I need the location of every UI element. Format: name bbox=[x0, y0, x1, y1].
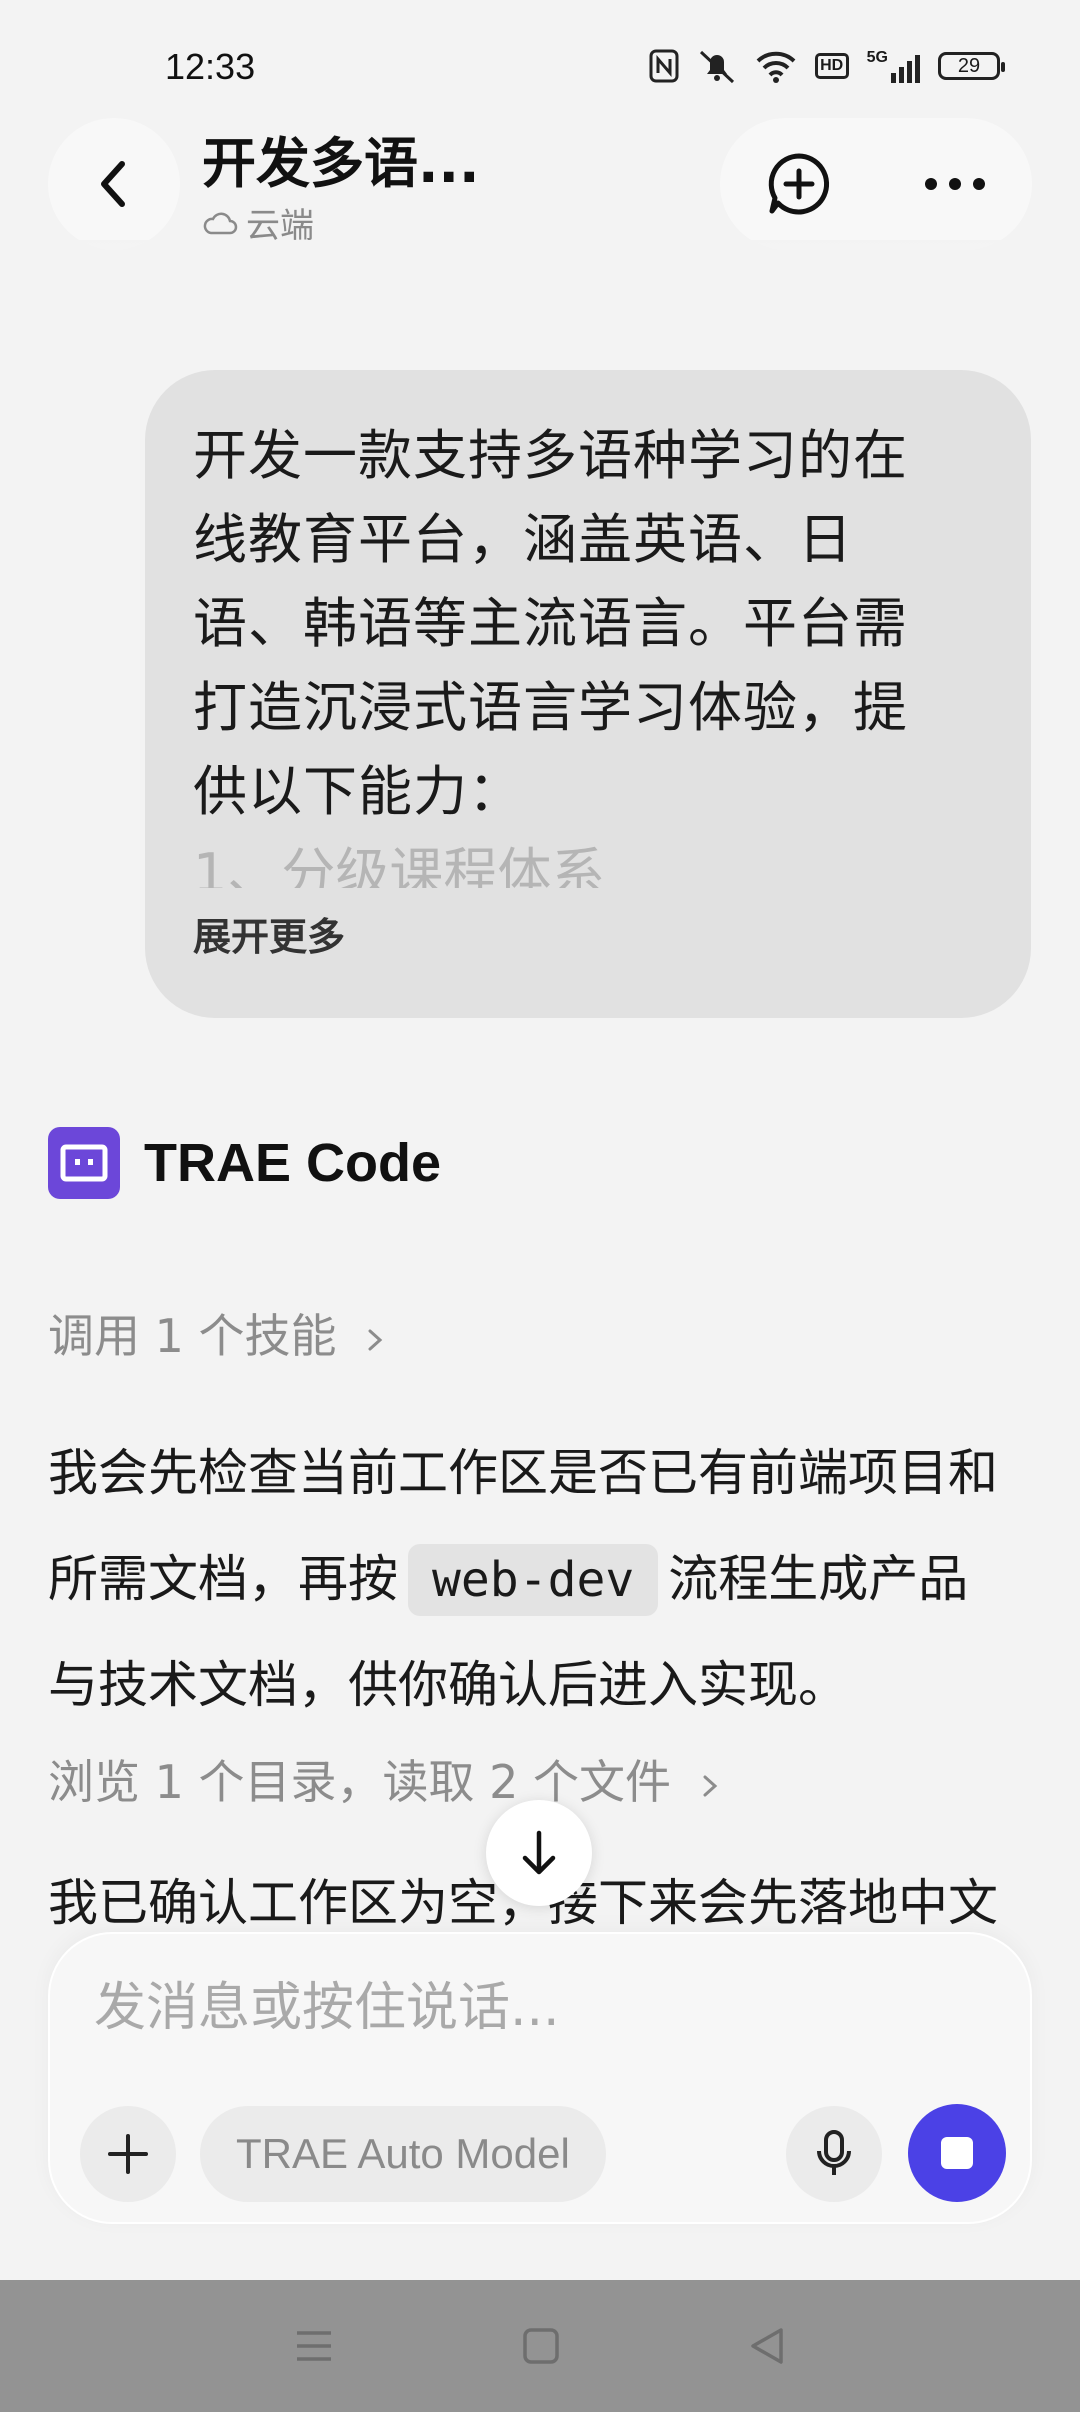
expand-more-button[interactable]: 展开更多 bbox=[193, 906, 983, 961]
model-selector[interactable]: TRAE Auto Model bbox=[200, 2106, 606, 2202]
add-attachment-button[interactable] bbox=[80, 2106, 176, 2202]
battery-icon: 29 bbox=[938, 52, 1005, 80]
user-message-text: 开发一款支持多语种学习的在 线教育平台，涵盖英语、日 语、韩语等主流语言。平台需… bbox=[193, 414, 983, 834]
user-message-bubble: 开发一款支持多语种学习的在 线教育平台，涵盖英语、日 语、韩语等主流语言。平台需… bbox=[145, 370, 1031, 1018]
skill-summary[interactable]: 调用 1 个技能 bbox=[48, 1300, 385, 1366]
user-message-line: 打造沉浸式语言学习体验，提 bbox=[193, 676, 908, 739]
trae-logo-icon bbox=[48, 1127, 120, 1199]
user-message-faded-line: 1、分级课程体系 bbox=[193, 842, 606, 888]
stop-generation-button[interactable] bbox=[908, 2104, 1006, 2202]
user-message-line: 供以下能力： bbox=[193, 760, 523, 823]
microphone-icon bbox=[817, 2130, 851, 2175]
status-time: 12:33 bbox=[165, 46, 256, 87]
plus-icon bbox=[108, 2134, 148, 2174]
home-icon[interactable] bbox=[522, 2327, 560, 2365]
bot-reply-line: 与技术文档，供你确认后进入实现。 bbox=[48, 1656, 848, 1714]
screen: 12:33 HD 5G 29 开发多语... 云端 开发一款支持多语种学习的在 … bbox=[0, 0, 1080, 2412]
chevron-left-icon bbox=[101, 161, 125, 207]
status-icons: HD 5G 29 bbox=[649, 48, 1005, 84]
bot-name: TRAE Code bbox=[144, 1133, 441, 1193]
chevron-right-icon bbox=[368, 1329, 383, 1350]
nfc-icon bbox=[649, 49, 679, 83]
arrow-down-icon bbox=[522, 1830, 556, 1875]
stop-icon bbox=[941, 2137, 973, 2169]
browse-summary-text: 浏览 1 个目录，读取 2 个文件 bbox=[48, 1755, 672, 1809]
back-triangle-icon[interactable] bbox=[748, 2326, 786, 2366]
bot-reply-line: 我会先检查当前工作区是否已有前端项目和 bbox=[48, 1444, 998, 1502]
header-actions bbox=[720, 118, 1032, 250]
new-chat-icon[interactable] bbox=[766, 151, 832, 217]
bot-reply-line: 所需文档，再按 web-dev 流程生成产品 bbox=[48, 1526, 1038, 1632]
chevron-right-icon bbox=[703, 1775, 717, 1796]
status-bar: 12:33 HD 5G 29 bbox=[0, 0, 1080, 130]
message-input[interactable] bbox=[92, 1972, 976, 2044]
hd-icon: HD bbox=[814, 53, 849, 79]
inline-code: web-dev bbox=[408, 1544, 659, 1616]
scroll-to-bottom-button[interactable] bbox=[486, 1800, 592, 1906]
menu-icon[interactable] bbox=[294, 2329, 334, 2363]
user-message-line: 开发一款支持多语种学习的在 bbox=[193, 424, 908, 487]
user-message-line: 线教育平台，涵盖英语、日 bbox=[193, 508, 853, 571]
bot-reply-segment: 流程生成产品 bbox=[668, 1550, 969, 1608]
signal-icon: 5G bbox=[867, 49, 920, 83]
battery-level: 29 bbox=[957, 54, 981, 77]
mute-bell-icon bbox=[699, 50, 734, 84]
cloud-icon bbox=[203, 212, 238, 234]
bot-reply-segment: 所需文档，再按 bbox=[48, 1550, 398, 1608]
bot-reply: 我会先检查当前工作区是否已有前端项目和 所需文档，再按 web-dev 流程生成产品… bbox=[48, 1420, 1038, 1738]
skill-summary-text: 调用 1 个技能 bbox=[48, 1309, 337, 1363]
browse-summary[interactable]: 浏览 1 个目录，读取 2 个文件 bbox=[48, 1746, 720, 1812]
page-title: 开发多语... bbox=[202, 132, 480, 195]
user-message-line: 语、韩语等主流语言。平台需 bbox=[193, 592, 908, 655]
header-fade bbox=[0, 240, 1080, 280]
more-icon[interactable] bbox=[923, 176, 987, 192]
bot-header: TRAE Code bbox=[48, 1127, 441, 1199]
voice-input-button[interactable] bbox=[786, 2106, 882, 2202]
system-nav-bar bbox=[0, 2280, 1080, 2412]
network-type-label: 5G bbox=[866, 49, 888, 66]
wifi-icon bbox=[756, 51, 796, 83]
back-button[interactable] bbox=[48, 118, 180, 250]
composer: TRAE Auto Model bbox=[48, 1932, 1032, 2224]
title-area[interactable]: 开发多语... 云端 bbox=[202, 132, 480, 247]
